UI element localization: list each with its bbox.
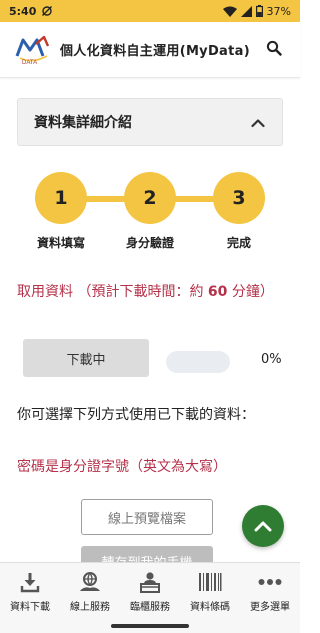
nav-label: 資料條碼: [190, 602, 230, 613]
battery-level: 37%: [266, 4, 291, 18]
usage-instructions: 你可選擇下列方式使用已下載的資料：: [17, 407, 255, 423]
app-title: 個人化資料自主運用(MyData): [60, 44, 250, 59]
bottom-navigation: 資料下載 線上服務 臨櫃服務 資料條碼 更多選單: [0, 562, 300, 620]
step-number: 3: [213, 172, 265, 224]
nav-label: 更多選單: [250, 602, 290, 613]
step-number: 2: [124, 172, 176, 224]
battery-icon: [255, 5, 263, 17]
step-number: 1: [35, 172, 87, 224]
app-header: DATA 個人化資料自主運用(MyData): [0, 22, 300, 78]
back-to-top-button[interactable]: [242, 505, 284, 547]
nav-label: 線上服務: [70, 602, 110, 613]
status-time: 5:40: [9, 4, 37, 18]
chevron-up-icon: [251, 113, 265, 132]
search-button[interactable]: [262, 38, 286, 62]
dataset-detail-section[interactable]: 資料集詳細介紹: [17, 98, 283, 146]
step-label: 完成: [226, 236, 251, 250]
step-label: 資料填寫: [36, 236, 85, 250]
nav-data-download[interactable]: 資料下載: [0, 563, 60, 620]
note-minutes: 60: [207, 284, 228, 300]
home-indicator[interactable]: [111, 624, 189, 628]
nav-more-menu[interactable]: 更多選單: [240, 563, 300, 620]
logo-text: DATA: [22, 59, 38, 66]
downloading-button[interactable]: 下載中: [23, 339, 149, 377]
note-prefix: 取用資料 （預計下載時間：約: [17, 284, 208, 300]
progress-percent: 0%: [261, 352, 282, 367]
download-icon: [17, 570, 43, 594]
sync-off-icon: [41, 5, 53, 17]
nav-online-service[interactable]: 線上服務: [60, 563, 120, 620]
more-icon: [257, 570, 283, 594]
step-label: 身分驗證: [125, 236, 174, 250]
nav-counter-service[interactable]: 臨櫃服務: [120, 563, 180, 620]
collapse-toggle[interactable]: [248, 112, 268, 132]
progress-stepper: 1 資料填寫 2 身分驗證 3 完成: [25, 172, 275, 252]
chevron-up-icon: [254, 517, 272, 536]
search-icon: [266, 40, 282, 60]
download-progress-row: 下載中 0%: [23, 339, 285, 381]
nav-data-barcode[interactable]: 資料條碼: [180, 563, 240, 620]
mydata-logo[interactable]: DATA: [14, 34, 54, 66]
barcode-icon: [197, 570, 223, 594]
gesture-bar: [0, 620, 300, 633]
note-suffix: 分鐘）: [227, 284, 274, 300]
step-complete: 3 完成: [203, 172, 275, 251]
step-data-entry: 1 資料填寫: [25, 172, 97, 251]
download-time-note: 取用資料 （預計下載時間：約 60 分鐘）: [17, 280, 283, 304]
counter-service-icon: [137, 570, 163, 594]
online-preview-button[interactable]: 線上預覽檔案: [81, 499, 213, 535]
nav-label: 資料下載: [10, 602, 50, 613]
cell-signal-icon: [240, 5, 252, 17]
wifi-icon: [222, 6, 237, 17]
section-title: 資料集詳細介紹: [34, 115, 132, 131]
online-service-icon: [77, 570, 103, 594]
nav-label: 臨櫃服務: [130, 602, 170, 613]
password-note: 密碼是身分證字號（英文為大寫）: [17, 459, 227, 475]
step-identity-verification: 2 身分驗證: [114, 172, 186, 251]
download-progress-bar: [166, 351, 230, 373]
status-bar: 5:40 37%: [0, 0, 300, 22]
